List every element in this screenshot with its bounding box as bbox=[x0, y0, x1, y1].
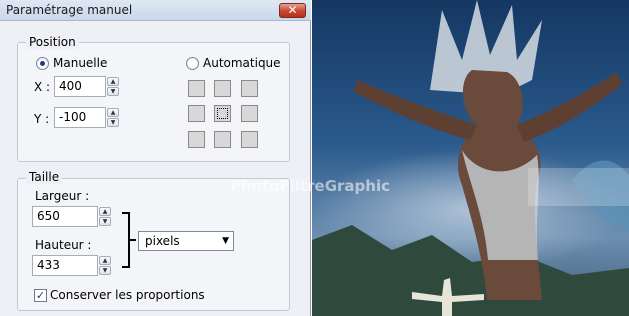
auto-radio[interactable] bbox=[186, 57, 199, 70]
image-preview bbox=[312, 0, 629, 316]
size-group-label: Taille bbox=[26, 170, 63, 184]
anchor-bottom-left[interactable] bbox=[188, 131, 205, 148]
spin-down-icon[interactable]: ▼ bbox=[107, 118, 119, 127]
link-bracket bbox=[122, 212, 130, 268]
width-stepper[interactable]: ▲ ▼ bbox=[99, 207, 111, 226]
anchor-top-left[interactable] bbox=[188, 80, 205, 97]
anchor-middle-left[interactable] bbox=[188, 105, 205, 122]
anchor-bottom-center[interactable] bbox=[214, 131, 231, 148]
keep-ratio-checkbox[interactable]: ✓ bbox=[34, 289, 47, 302]
anchor-center[interactable] bbox=[214, 105, 231, 122]
width-input[interactable]: 650 bbox=[32, 206, 98, 227]
spin-down-icon[interactable]: ▼ bbox=[99, 217, 111, 226]
x-input[interactable]: 400 bbox=[54, 76, 106, 97]
window-title: Paramétrage manuel bbox=[6, 3, 133, 17]
spin-up-icon[interactable]: ▲ bbox=[99, 256, 111, 265]
y-input[interactable]: -100 bbox=[54, 107, 106, 128]
height-input[interactable]: 433 bbox=[32, 255, 98, 276]
anchor-top-center[interactable] bbox=[214, 80, 231, 97]
x-label: X : bbox=[34, 80, 51, 94]
title-bar: Paramétrage manuel ✕ bbox=[0, 0, 311, 21]
spin-down-icon[interactable]: ▼ bbox=[107, 87, 119, 96]
watermark-box bbox=[528, 168, 629, 206]
manual-radio[interactable] bbox=[36, 57, 49, 70]
spin-up-icon[interactable]: ▲ bbox=[99, 207, 111, 216]
watermark-text: PhotoFiltreGraphic bbox=[230, 177, 391, 195]
close-icon: ✕ bbox=[287, 3, 298, 17]
y-label: Y : bbox=[34, 112, 50, 126]
manual-settings-dialog: Paramétrage manuel ✕ Position Manuelle A… bbox=[0, 0, 311, 316]
unit-dropdown-value: pixels bbox=[145, 234, 180, 248]
photo-canvas bbox=[312, 0, 629, 316]
manual-radio-label: Manuelle bbox=[53, 56, 108, 70]
unit-dropdown[interactable]: pixels ▼ bbox=[138, 231, 234, 251]
anchor-top-right[interactable] bbox=[241, 80, 258, 97]
x-stepper[interactable]: ▲ ▼ bbox=[107, 77, 119, 96]
anchor-bottom-right[interactable] bbox=[241, 131, 258, 148]
position-group-label: Position bbox=[26, 35, 79, 49]
anchor-middle-right[interactable] bbox=[241, 105, 258, 122]
spin-down-icon[interactable]: ▼ bbox=[99, 266, 111, 275]
auto-radio-label: Automatique bbox=[203, 56, 281, 70]
link-bracket-tick bbox=[130, 239, 136, 241]
close-button[interactable]: ✕ bbox=[279, 3, 306, 18]
spin-up-icon[interactable]: ▲ bbox=[107, 108, 119, 117]
checkmark-icon: ✓ bbox=[35, 289, 46, 302]
right-arm bbox=[517, 72, 622, 142]
width-label: Largeur : bbox=[35, 189, 90, 203]
chevron-down-icon: ▼ bbox=[222, 236, 229, 246]
y-stepper[interactable]: ▲ ▼ bbox=[107, 108, 119, 127]
height-label: Hauteur : bbox=[35, 238, 92, 252]
keep-ratio-label: Conserver les proportions bbox=[50, 288, 205, 302]
height-stepper[interactable]: ▲ ▼ bbox=[99, 256, 111, 275]
spin-up-icon[interactable]: ▲ bbox=[107, 77, 119, 86]
